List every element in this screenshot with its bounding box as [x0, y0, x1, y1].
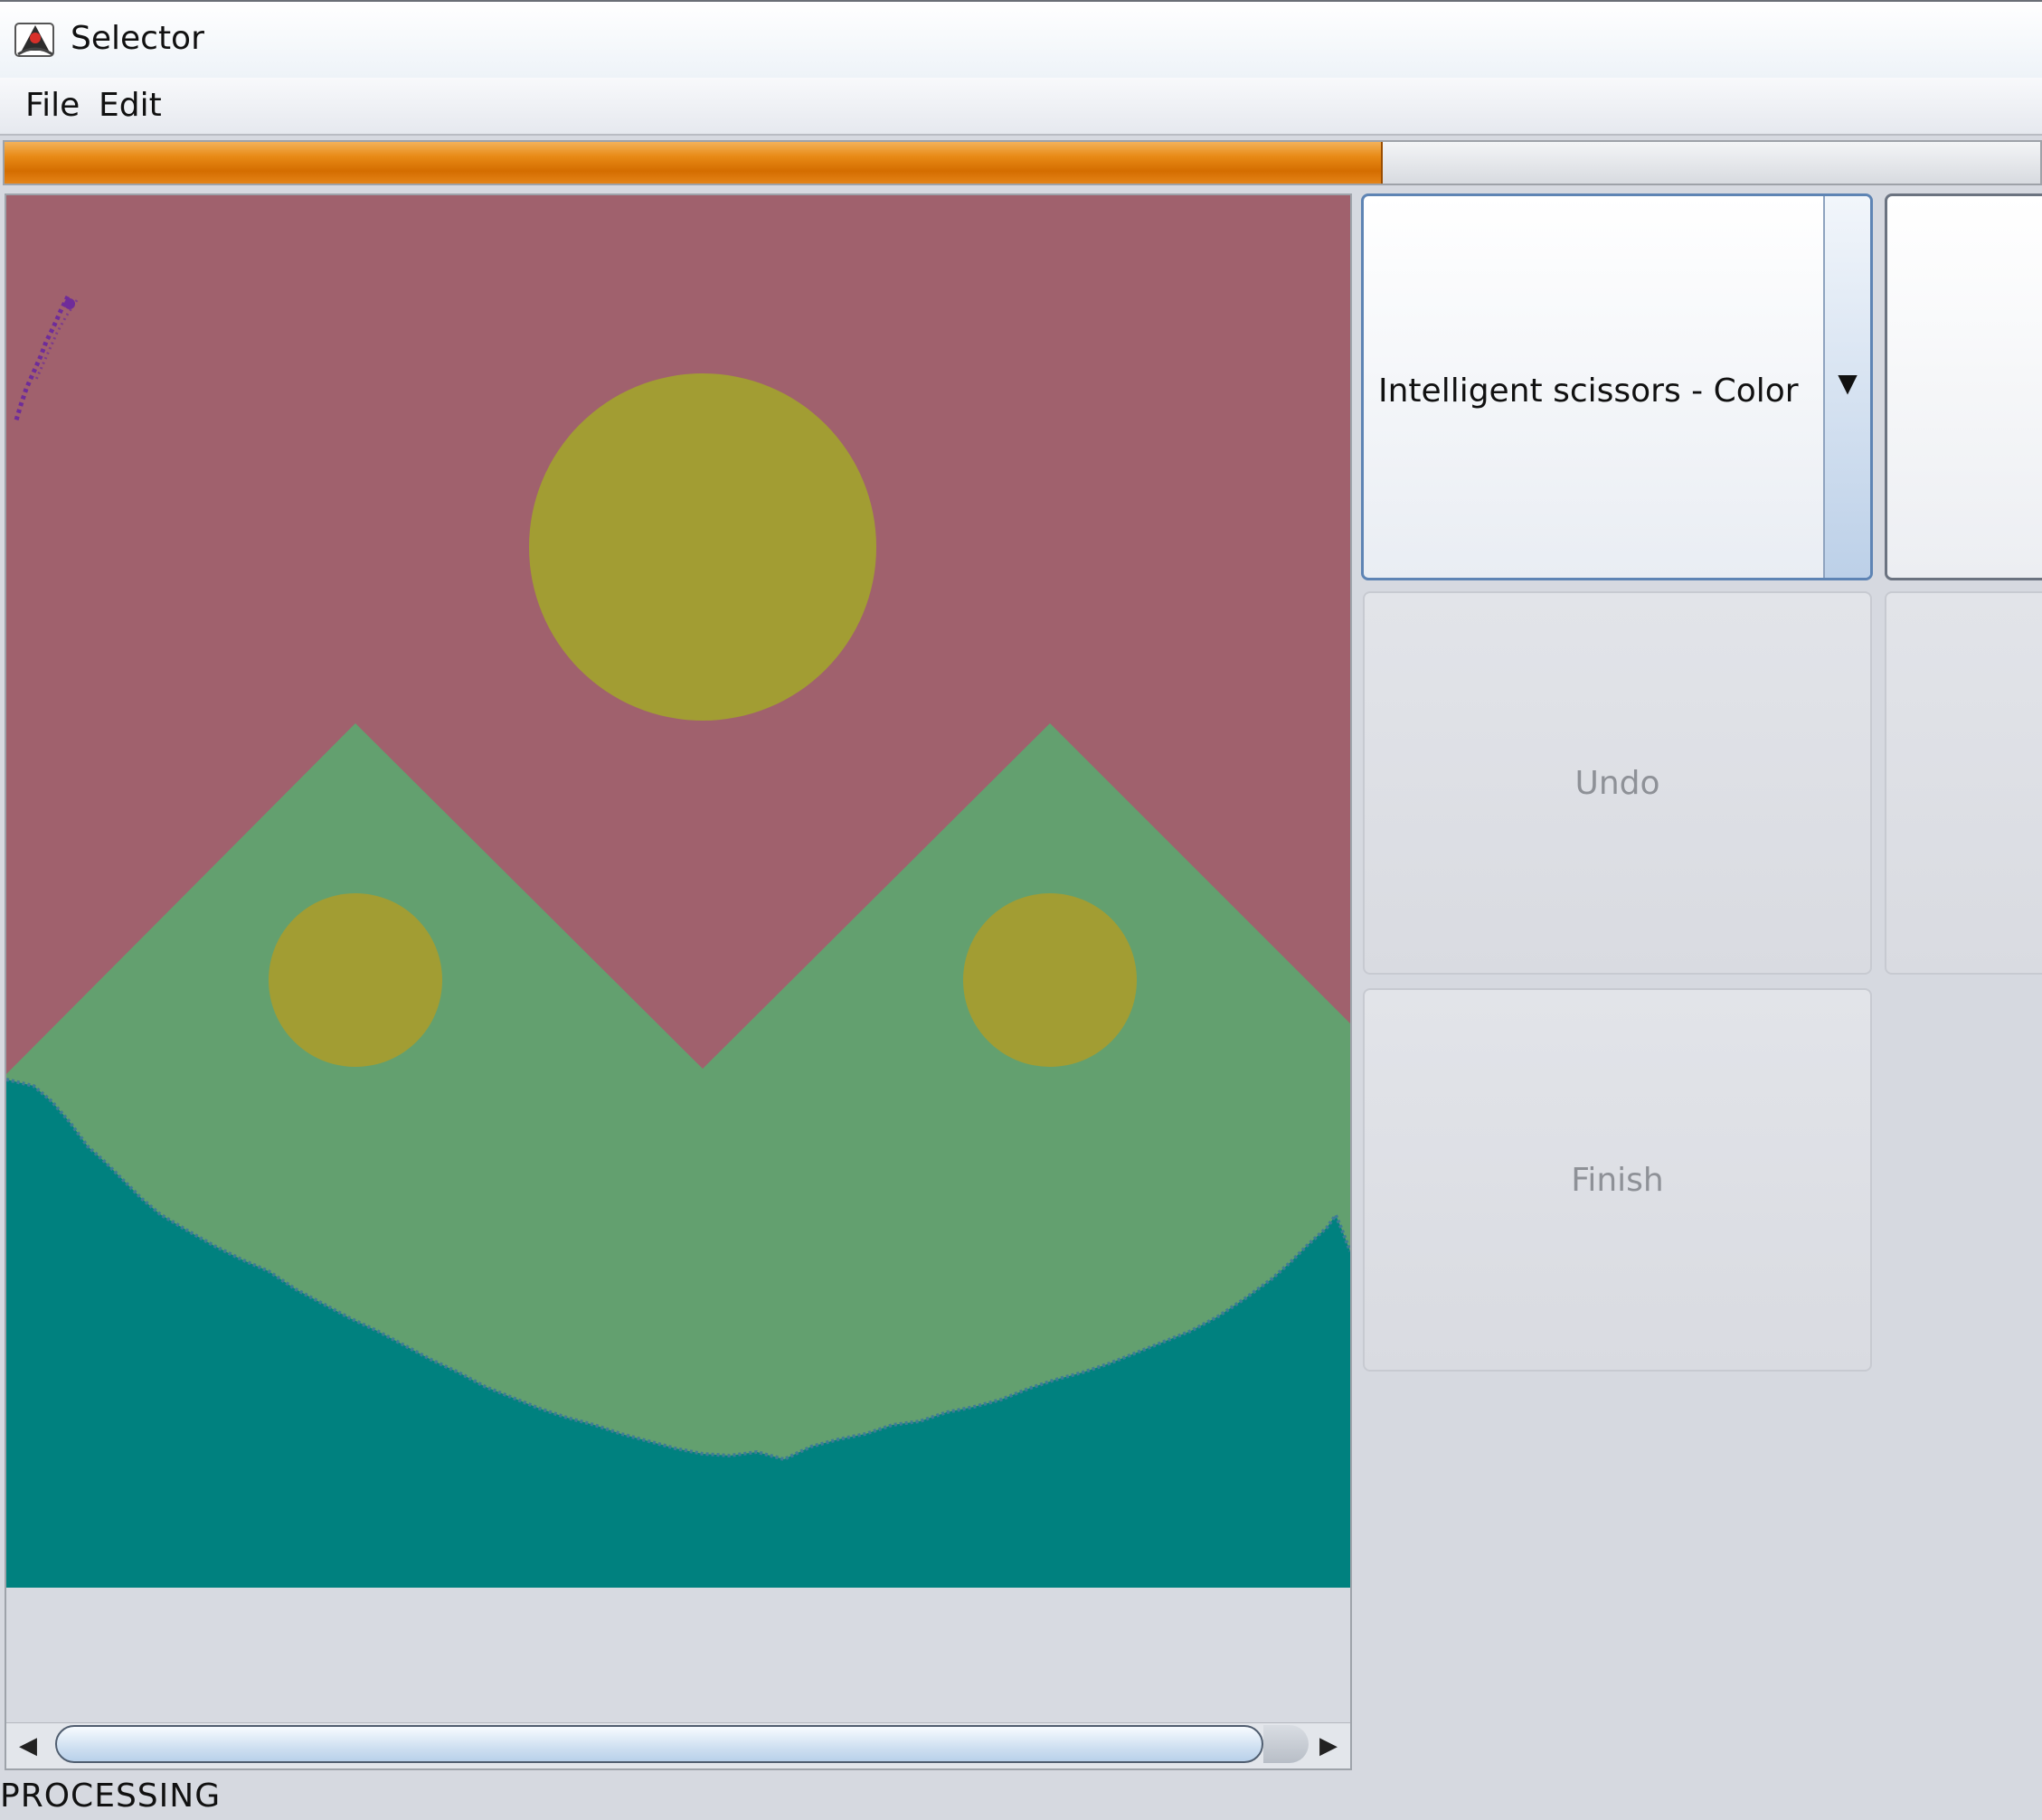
scroll-left-arrow-icon[interactable]: ◀ — [8, 1727, 48, 1765]
right-middle-button[interactable] — [1885, 591, 2042, 975]
undo-button[interactable]: Undo — [1363, 591, 1872, 975]
scroll-right-arrow-icon[interactable]: ▶ — [1309, 1727, 1348, 1765]
menu-edit[interactable]: Edit — [99, 87, 162, 124]
menu-file[interactable]: File — [25, 87, 80, 124]
progress-bar — [3, 140, 2042, 185]
sun-large — [529, 373, 876, 721]
finish-button[interactable]: Finish — [1363, 988, 1872, 1372]
status-text: PROCESSING — [0, 1778, 222, 1815]
right-top-button[interactable] — [1885, 193, 2042, 580]
horizontal-scrollbar[interactable]: ◀ ▶ — [6, 1722, 1350, 1768]
scrollbar-thumb[interactable] — [55, 1725, 1263, 1763]
tool-select-value: Intelligent scissors - Color — [1378, 372, 1799, 410]
tool-select-dropdown[interactable]: Intelligent scissors - Color ▼ — [1361, 193, 1873, 580]
image-canvas-panel: ◀ ▶ — [5, 193, 1352, 1770]
menu-bar: File Edit — [0, 78, 2042, 136]
java-app-icon — [14, 23, 54, 57]
image-canvas[interactable] — [6, 195, 1350, 1588]
sun-small-left — [269, 893, 442, 1067]
title-bar: Selector — [0, 0, 2042, 78]
window-title: Selector — [71, 20, 204, 57]
dropdown-arrow-button[interactable]: ▼ — [1823, 196, 1870, 578]
scrollbar-thumb-end — [1263, 1725, 1309, 1763]
sun-small-right — [963, 893, 1137, 1067]
progress-bar-fill — [5, 142, 1383, 184]
chevron-down-icon: ▼ — [1838, 368, 1858, 398]
